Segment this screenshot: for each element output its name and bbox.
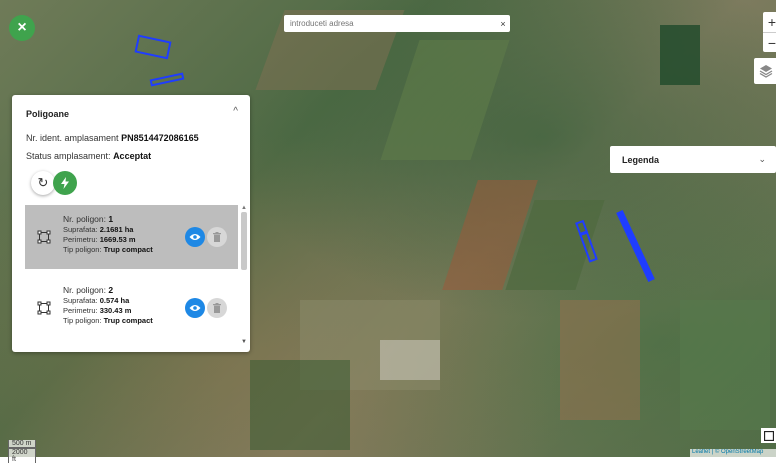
map-field	[380, 40, 510, 160]
parcel-status: Status amplasament: Acceptat	[26, 151, 151, 161]
parcel-ident: Nr. ident. amplasament PN8514472086165	[26, 133, 199, 143]
legend-panel[interactable]: Legenda ⌄	[610, 146, 776, 173]
map-field	[680, 300, 770, 430]
polygons-panel: Poligoane ^ Nr. ident. amplasament PN851…	[12, 95, 250, 352]
scroll-down-icon[interactable]: ▼	[241, 339, 247, 345]
delete-polygon-button[interactable]	[207, 227, 227, 247]
view-polygon-button[interactable]	[185, 227, 205, 247]
polygon-details: Nr. poligon: 2 Suprafata: 0.574 ha Perim…	[63, 285, 153, 326]
parcel-outline[interactable]	[149, 72, 185, 87]
parcel-status-value: Acceptat	[113, 151, 152, 161]
parcel-ident-value: PN8514472086165	[121, 133, 199, 143]
polygon-nr-label: Nr. poligon:	[63, 285, 106, 295]
polygon-area: 0.574 ha	[99, 296, 130, 305]
address-search: ×	[284, 15, 510, 32]
bolt-button[interactable]	[53, 171, 77, 195]
trash-icon	[213, 232, 221, 242]
polygon-list-item[interactable]: Nr. poligon: 2 Suprafata: 0.574 ha Perim…	[25, 276, 238, 340]
eye-icon	[189, 305, 201, 311]
eye-icon	[189, 234, 201, 240]
polygon-perimeter-label: Perimetru:	[63, 235, 98, 244]
address-search-input[interactable]	[284, 15, 496, 32]
panel-title: Poligoane	[26, 109, 70, 119]
polygon-nr: 2	[108, 285, 114, 295]
polygon-nr: 1	[108, 214, 114, 224]
clear-search-icon[interactable]: ×	[496, 19, 510, 29]
polygon-type-label: Tip poligon:	[63, 316, 102, 325]
polygon-area: 2.1681 ha	[99, 225, 134, 234]
refresh-icon: ↻	[37, 175, 49, 190]
refresh-button[interactable]: ↻	[31, 171, 55, 195]
zoom-out-button[interactable]: −	[763, 33, 776, 53]
map-settlement	[380, 340, 440, 380]
fullscreen-icon	[763, 430, 774, 441]
delete-polygon-button[interactable]	[207, 298, 227, 318]
scroll-up-icon[interactable]: ▲	[241, 205, 247, 211]
scrollbar-thumb[interactable]	[241, 212, 247, 270]
polygon-list-scrollbar[interactable]: ▲ ▼	[240, 205, 248, 345]
scale-metric: 500 m	[8, 440, 36, 448]
polygon-type: Trup compact	[103, 245, 153, 254]
chevron-down-icon[interactable]: ⌄	[758, 154, 766, 165]
zoom-control: + −	[763, 12, 776, 52]
map-field	[250, 360, 350, 450]
polygon-icon	[37, 301, 51, 315]
parcel-status-label: Status amplasament:	[26, 151, 111, 161]
map-scale: 500 m 2000 ft	[8, 440, 36, 463]
polygon-type-label: Tip poligon:	[63, 245, 102, 254]
chevron-up-icon[interactable]: ^	[233, 106, 238, 117]
polygon-icon	[37, 230, 51, 244]
legend-title: Legenda	[622, 154, 660, 165]
polygon-nr-label: Nr. poligon:	[63, 214, 106, 224]
polygon-list-item[interactable]: Nr. poligon: 1 Suprafata: 2.1681 ha Peri…	[25, 205, 238, 269]
polygon-perimeter: 1669.53 m	[99, 235, 136, 244]
polygon-perimeter-label: Perimetru:	[63, 306, 98, 315]
bolt-icon	[61, 177, 69, 189]
polygon-details: Nr. poligon: 1 Suprafata: 2.1681 ha Peri…	[63, 214, 153, 255]
layers-icon	[759, 65, 773, 78]
polygon-list[interactable]: Nr. poligon: 1 Suprafata: 2.1681 ha Peri…	[25, 205, 238, 345]
parcel-outline[interactable]	[134, 34, 172, 60]
close-button[interactable]: ×	[9, 15, 35, 41]
parcel-outline[interactable]	[616, 210, 655, 282]
map-attribution[interactable]: Leaflet | © OpenStreetMap	[690, 449, 776, 457]
fullscreen-button[interactable]	[761, 428, 776, 443]
polygon-area-label: Suprafata:	[63, 296, 98, 305]
map-field	[560, 300, 640, 420]
polygon-type: Trup compact	[103, 316, 153, 325]
polygon-perimeter: 330.43 m	[99, 306, 132, 315]
layers-button[interactable]	[754, 58, 776, 84]
view-polygon-button[interactable]	[185, 298, 205, 318]
parcel-ident-label: Nr. ident. amplasament	[26, 133, 119, 143]
scale-imperial: 2000 ft	[8, 448, 36, 463]
polygon-area-label: Suprafata:	[63, 225, 98, 234]
zoom-in-button[interactable]: +	[763, 12, 776, 33]
trash-icon	[213, 303, 221, 313]
map-field	[660, 25, 700, 85]
